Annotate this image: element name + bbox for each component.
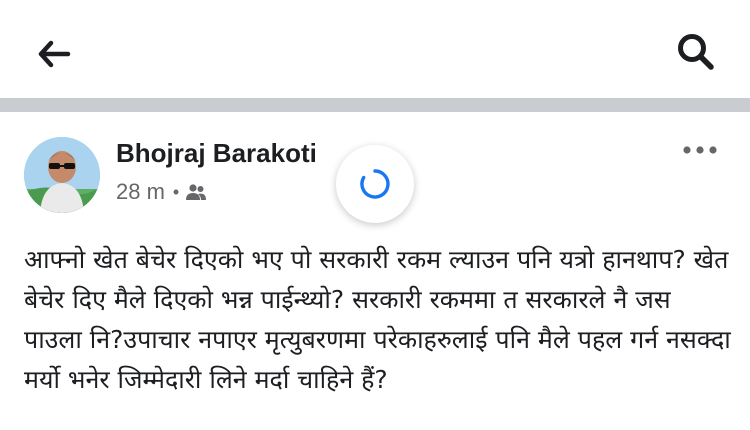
search-button[interactable] <box>672 28 720 76</box>
more-options-button[interactable] <box>678 138 722 162</box>
post-card: Bhojraj Barakoti 28 m • आफ्नो खेत बेचेर … <box>0 112 750 430</box>
top-bar <box>0 0 750 98</box>
more-horizontal-icon <box>683 146 717 154</box>
avatar[interactable] <box>24 137 100 213</box>
profile-photo <box>24 137 100 213</box>
meta-separator: • <box>172 181 180 202</box>
post-text: आफ्नो खेत बेचेर दिएको भए पो सरकारी रकम ल… <box>24 245 731 394</box>
loading-spinner <box>336 145 414 223</box>
post-time[interactable]: 28 m <box>116 179 165 205</box>
arrow-left-icon <box>38 40 71 68</box>
author-name[interactable]: Bhojraj Barakoti <box>116 138 317 169</box>
friends-icon <box>185 183 207 201</box>
search-icon <box>678 34 714 70</box>
section-divider <box>0 98 750 112</box>
post-meta: 28 m • <box>116 178 207 206</box>
back-button[interactable] <box>34 34 74 74</box>
loading-spinner-icon <box>360 169 390 199</box>
